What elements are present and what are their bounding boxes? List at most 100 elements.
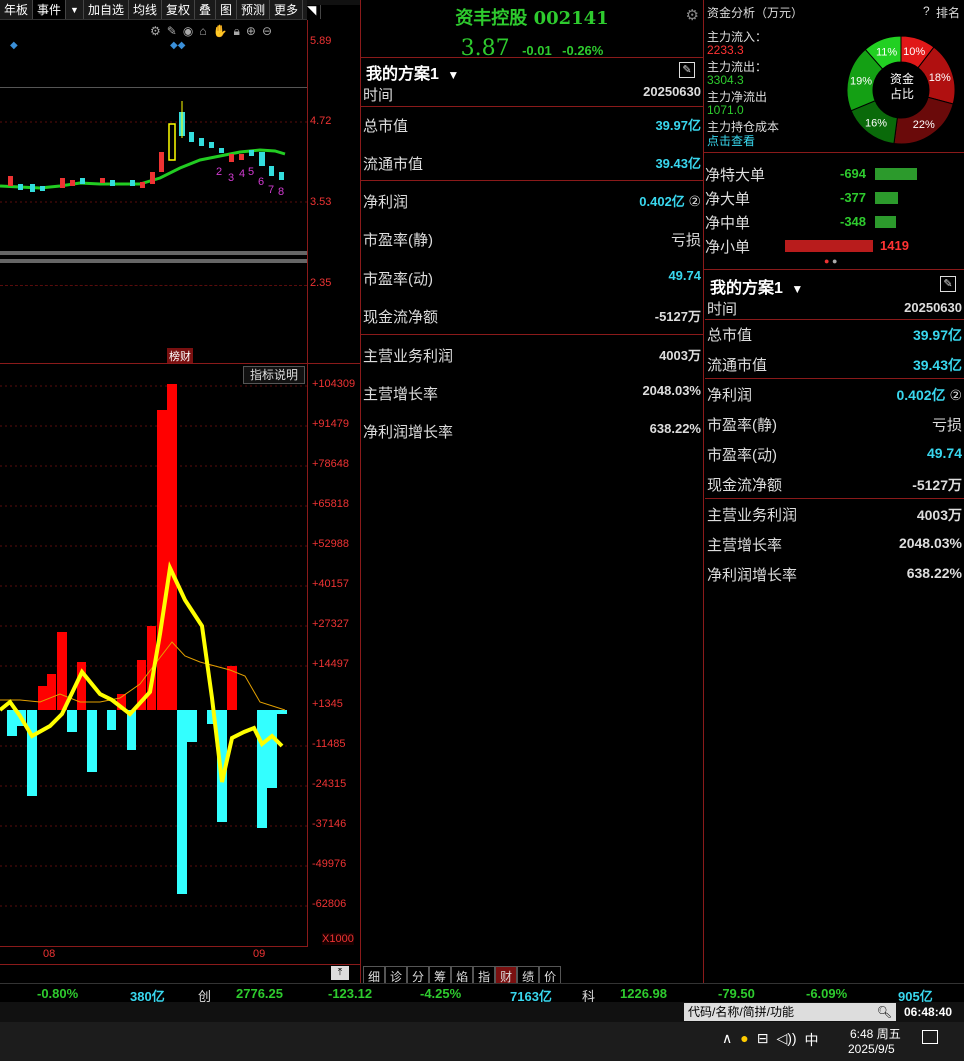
fin-title-row[interactable]: 我的方案1 ▼ bbox=[710, 274, 803, 298]
taskbar-time[interactable]: 6:48 周五 bbox=[850, 1025, 901, 1042]
stock-change: -0.01 bbox=[522, 43, 552, 58]
fin-value: 638.22% bbox=[649, 421, 701, 436]
zoom-out-icon[interactable]: ⊖ bbox=[262, 24, 272, 39]
fin-value: 2048.03% bbox=[898, 535, 962, 551]
fin-label[interactable]: 现金流净额 bbox=[707, 474, 782, 495]
fin-title: 我的方案1 bbox=[710, 280, 783, 297]
indicator-level: +40157 bbox=[312, 578, 350, 590]
fin-value: 39.97亿 bbox=[655, 118, 701, 133]
zoom-in-icon[interactable]: ⊕ bbox=[246, 24, 256, 39]
donut-slice-label: 10% bbox=[903, 46, 925, 58]
indicator-levels: +104309 +91479 +78648 +65818 +52988 +40157 +27… bbox=[312, 378, 360, 918]
flow-bar bbox=[785, 240, 873, 252]
fin-label[interactable]: 主营业务利润 bbox=[707, 504, 797, 525]
toolbar-item-forecast[interactable]: 预测 bbox=[237, 0, 271, 19]
fin-value: 49.74 bbox=[668, 268, 701, 283]
chevron-down-icon[interactable]: ▼ bbox=[791, 282, 803, 296]
fin-value: -5127万 bbox=[912, 477, 962, 493]
page-dots[interactable]: ● ● bbox=[824, 256, 837, 266]
seq-num: 2 bbox=[216, 166, 223, 178]
chevron-up-icon[interactable]: ∧ bbox=[722, 1030, 732, 1050]
app-tray-icon[interactable]: ● bbox=[740, 1030, 748, 1050]
fin-title-row[interactable]: 我的方案1 ▼ bbox=[366, 60, 459, 84]
indicator-bottom-border bbox=[0, 946, 308, 947]
fin-label: 净利润增长率 bbox=[363, 424, 454, 441]
finance-marker[interactable]: 榜财 bbox=[167, 348, 193, 364]
kline-seq-numbers: 2 3 4 5 6 7 8 bbox=[216, 166, 286, 198]
toolbar-item-board[interactable]: 年板 bbox=[0, 0, 34, 19]
toolbar-item-more[interactable]: 更多 bbox=[270, 0, 304, 19]
price-level: 2.35 bbox=[310, 277, 332, 289]
basket-icon[interactable]: ⌂ bbox=[199, 24, 206, 39]
chart-toolbar: 年板 事件 ▼ 加自选 均线 复权 叠 图 预测 更多 ◥ bbox=[0, 0, 322, 20]
toolbar-item-ma[interactable]: 均线 bbox=[129, 0, 162, 19]
volume-divider bbox=[0, 259, 307, 263]
donut-slice-label: 11% bbox=[876, 47, 897, 59]
indicator-multiplier: X1000 bbox=[322, 933, 354, 945]
fin-label[interactable]: 流通市值 bbox=[707, 354, 767, 375]
fin-label[interactable]: 市盈率(静) bbox=[707, 414, 777, 435]
fin-label[interactable]: 净利润增长率 bbox=[707, 564, 797, 585]
seq-num: 5 bbox=[248, 166, 255, 178]
hand-icon[interactable]: ✋ bbox=[213, 24, 228, 39]
edit-icon[interactable]: ✎ bbox=[940, 276, 956, 292]
flow-value: -348 bbox=[840, 214, 867, 229]
toolbar-item-adjust[interactable]: 复权 bbox=[162, 0, 195, 19]
seq-num: 8 bbox=[278, 186, 285, 198]
fin-label[interactable]: 市盈率(动) bbox=[707, 444, 777, 465]
flow-value: -694 bbox=[840, 166, 867, 181]
fin-label[interactable]: 总市值 bbox=[707, 324, 752, 345]
clock: 06:48:40 bbox=[904, 1005, 953, 1019]
circled-number-icon[interactable]: ② bbox=[688, 193, 701, 209]
lock-icon[interactable]: 🔒︎ bbox=[234, 24, 240, 39]
ticker-item: -0.80% bbox=[37, 986, 79, 1001]
fund-title: 资金分析（万元） bbox=[707, 6, 804, 20]
fin-label[interactable]: 主营增长率 bbox=[707, 534, 782, 555]
pen-icon[interactable]: ✎ bbox=[167, 24, 177, 39]
price-level: 5.89 bbox=[310, 35, 332, 47]
chevron-down-icon[interactable]: ▼ bbox=[447, 68, 459, 82]
chart-icon-row: ⚙ ✎ ◉ ⌂ ✋ 🔒︎ ⊕ ⊖ bbox=[150, 24, 272, 39]
toolbar-item-overlay[interactable]: 叠 bbox=[195, 0, 217, 19]
fin-value: 亏损 bbox=[670, 232, 701, 249]
circled-number-icon[interactable]: ② bbox=[949, 387, 962, 403]
fin-label: 总市值 bbox=[363, 118, 409, 135]
taskbar-date[interactable]: 2025/9/5 bbox=[848, 1042, 895, 1056]
search-input[interactable]: 代码/名称/简拼/功能 🔍︎ bbox=[684, 1003, 896, 1021]
fin-value: 0.402亿 bbox=[896, 387, 946, 403]
outflow-value: 3304.3 bbox=[707, 73, 744, 87]
seq-num: 3 bbox=[228, 172, 235, 184]
gear-icon[interactable]: ⚙ bbox=[686, 6, 699, 24]
notification-icon[interactable] bbox=[922, 1030, 938, 1044]
toolbar-item-add-favorite[interactable]: 加自选 bbox=[84, 0, 129, 19]
indicator-axis-line bbox=[307, 364, 308, 947]
eye-icon[interactable]: ◉ bbox=[183, 24, 193, 39]
flow-bar bbox=[875, 168, 917, 180]
flow-bar bbox=[875, 216, 896, 228]
help-icon[interactable]: ? bbox=[923, 4, 930, 18]
indicator-level: +14497 bbox=[312, 658, 350, 670]
price-level: 3.53 bbox=[310, 196, 332, 208]
fin-time-value: 20250630 bbox=[643, 84, 701, 99]
chart-bottom-line bbox=[0, 964, 361, 965]
rank-link[interactable]: 排名 bbox=[936, 4, 960, 21]
toolbar-item-chart[interactable]: 图 bbox=[216, 0, 238, 19]
ticker-item: -79.50 bbox=[718, 986, 755, 1001]
fin-value: 2048.03% bbox=[642, 383, 701, 398]
gear-icon[interactable]: ⚙ bbox=[150, 24, 161, 39]
fin-separator bbox=[705, 498, 964, 499]
scroll-top-icon[interactable]: ⤒ bbox=[331, 966, 349, 980]
ticker-item: -123.12 bbox=[328, 986, 373, 1001]
edit-icon[interactable]: ✎ bbox=[679, 62, 695, 78]
ime-indicator[interactable]: 中 bbox=[805, 1030, 819, 1050]
search-icon[interactable]: 🔍︎ bbox=[877, 1003, 892, 1021]
chart-header-right bbox=[307, 0, 361, 5]
donut-slice-label: 18% bbox=[929, 72, 951, 84]
chevron-down-icon[interactable]: ▼ bbox=[66, 0, 84, 19]
fin-label[interactable]: 净利润 bbox=[707, 384, 752, 405]
network-icon[interactable]: ⊟ bbox=[757, 1030, 769, 1050]
x-axis-label: 08 bbox=[43, 948, 56, 960]
view-link[interactable]: 点击查看 bbox=[707, 132, 755, 149]
toolbar-item-event[interactable]: 事件 bbox=[33, 0, 67, 19]
volume-icon[interactable]: ◁)) bbox=[776, 1030, 796, 1050]
